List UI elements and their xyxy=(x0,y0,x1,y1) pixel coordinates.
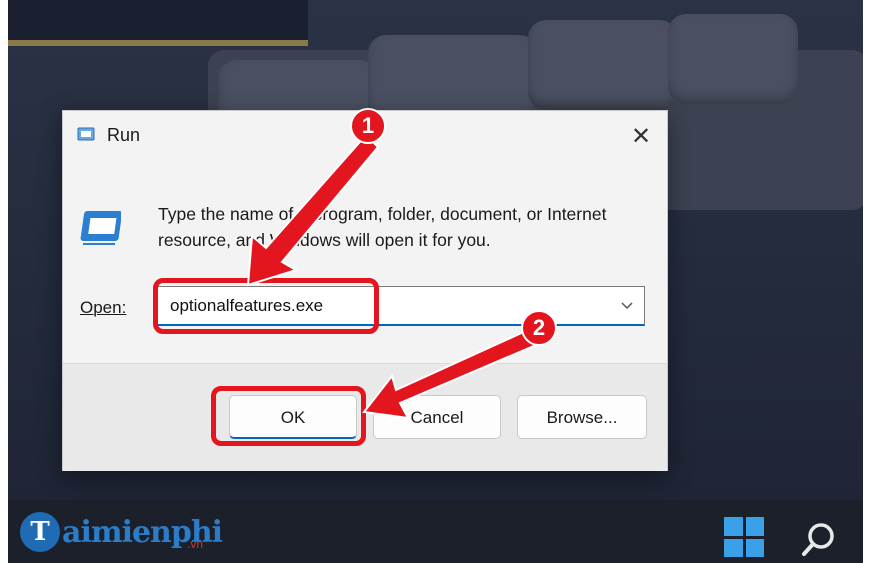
screenshot: T aimienphi .vn Run ✕ Type the name of a… xyxy=(0,0,869,563)
arrow-step-2 xyxy=(362,328,538,420)
step-badge-1: 1 xyxy=(350,108,386,144)
annotation-arrows xyxy=(246,133,538,420)
step-badge-2: 2 xyxy=(521,310,557,346)
arrow-step-1 xyxy=(246,133,380,287)
